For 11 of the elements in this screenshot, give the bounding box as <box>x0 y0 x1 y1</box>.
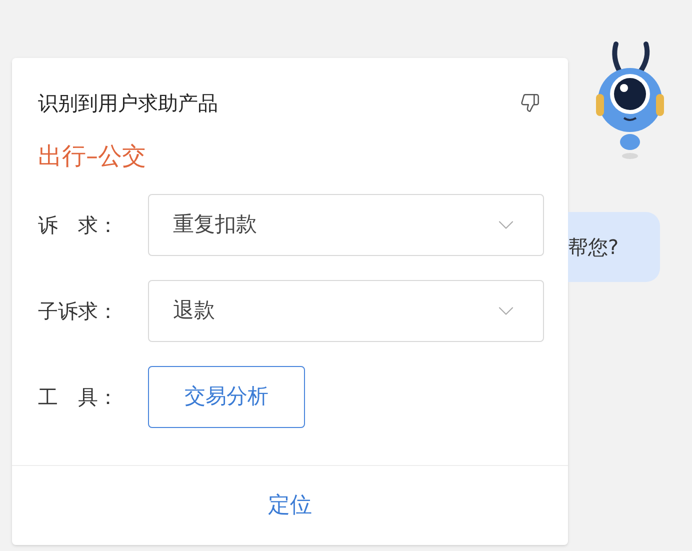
product-name: 出行–公交 <box>37 141 147 172</box>
popover-title: 识别到用户求助产品 <box>38 90 218 117</box>
locate-link[interactable]: 定位 <box>268 489 312 522</box>
field-label: 工 具： <box>38 384 119 411</box>
field-label: 子诉求： <box>38 298 119 325</box>
dropdown-field[interactable]: 重复扣款 <box>148 194 544 256</box>
dropdown-field[interactable]: 退款 <box>148 280 544 342</box>
field-label: 诉 求： <box>38 212 119 239</box>
chat-message: 帮您? <box>568 234 619 261</box>
tool-button[interactable]: 交易分析 <box>148 366 305 428</box>
thumbs-down-icon[interactable] <box>520 93 540 113</box>
